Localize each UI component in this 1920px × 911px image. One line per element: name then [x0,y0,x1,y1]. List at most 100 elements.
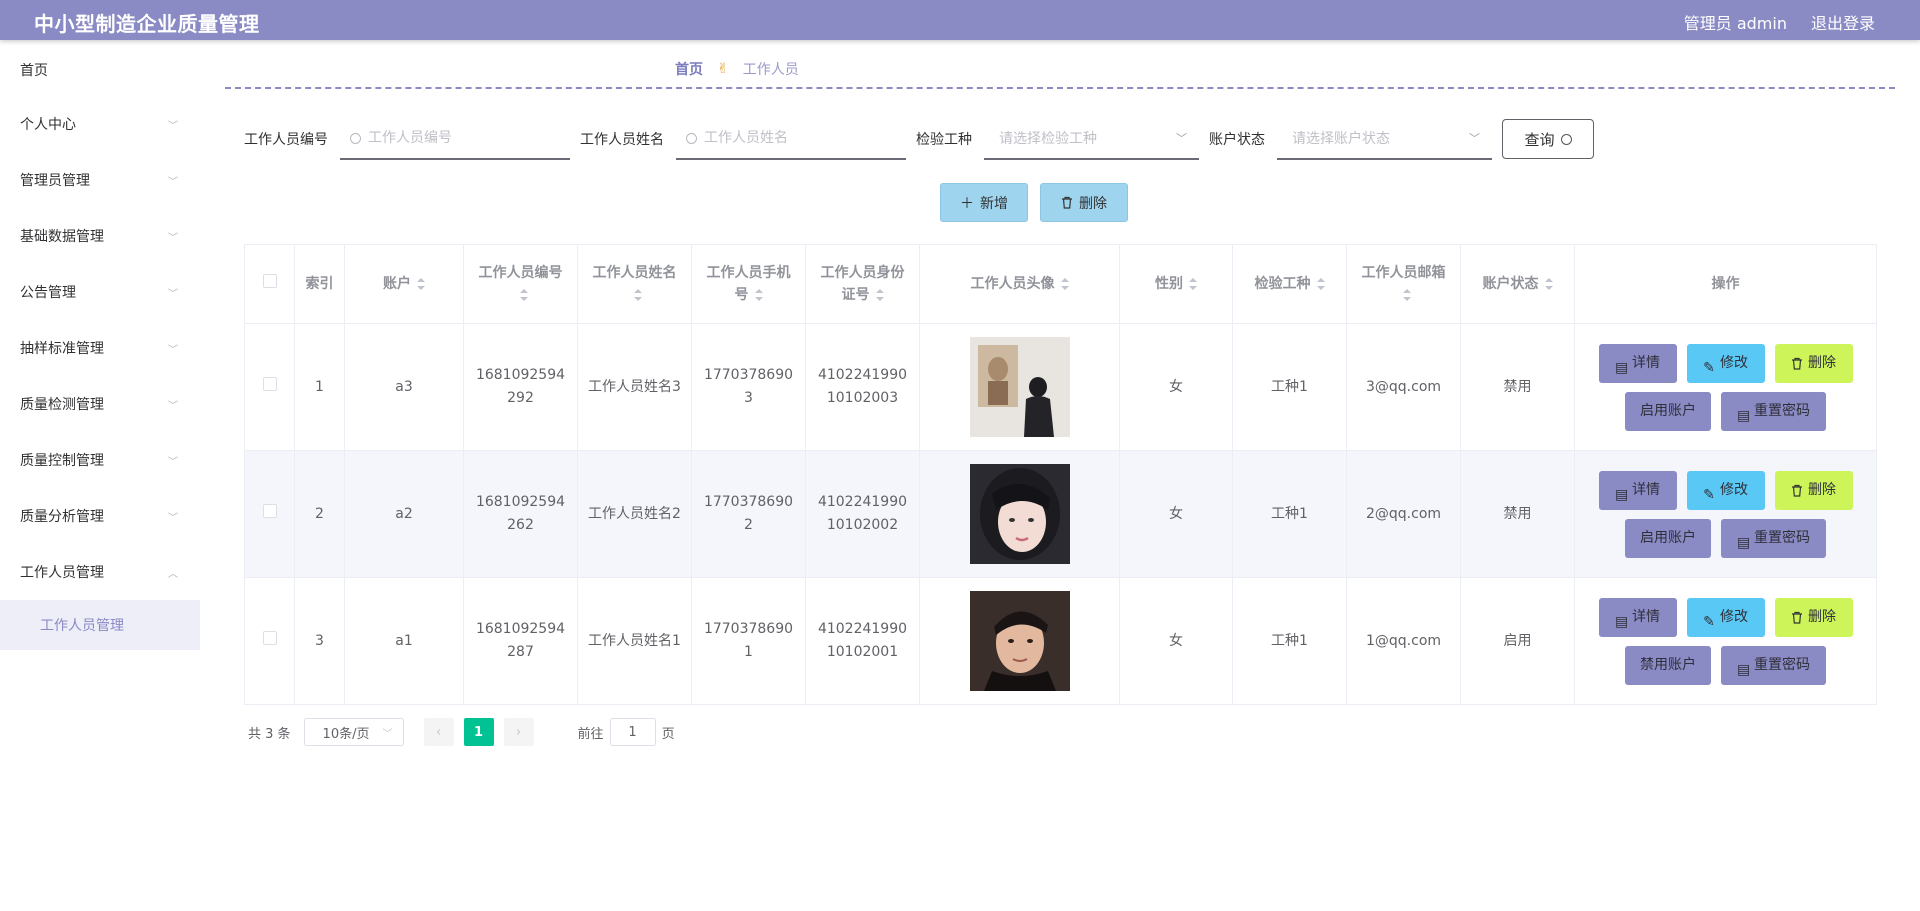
toggle-account-button[interactable]: 启用账户 [1625,391,1711,431]
sort-icon[interactable] [519,289,528,301]
select-all-cell [244,244,295,324]
sort-icon[interactable] [1544,278,1553,290]
chevron-left-icon: ‹ [435,724,442,740]
trash-icon [1792,611,1802,624]
row-checkbox[interactable] [262,376,277,391]
sidebar-item-sampling-standard[interactable]: 抽样标准管理 ﹀ [0,320,200,376]
sidebar-subitem-staff-management[interactable]: 工作人员管理 [0,600,200,650]
sidebar-item-quality-analysis[interactable]: 质量分析管理 ﹀ [0,488,200,544]
inspection-type-select[interactable]: 请选择检验工种 ﹀ [984,118,1199,160]
breadcrumb-current: 工作人员 [742,62,799,78]
query-button[interactable]: 查询 [1502,119,1594,159]
header-idcard[interactable]: 工作人员身份证号 [805,244,920,324]
edit-button[interactable]: ✎ 修改 [1686,343,1765,383]
page-size-select[interactable]: 10条/页 ﹀ [303,718,404,746]
add-button[interactable]: ＋ 新增 [940,183,1028,222]
toggle-account-button[interactable]: 启用账户 [1625,518,1711,558]
delete-button[interactable]: 删除 [1774,470,1853,510]
admin-user-label[interactable]: 管理员 admin [1684,10,1787,34]
detail-button[interactable]: ▤ 详情 [1598,597,1677,637]
chevron-down-icon: ﹀ [168,288,178,300]
staff-id-input[interactable] [368,130,548,146]
detail-button[interactable]: ▤ 详情 [1598,470,1677,510]
header-staff-name[interactable]: 工作人员姓名 [577,244,692,324]
cell-staff-id: 1681092594292 [463,323,578,451]
sidebar-item-quality-inspection[interactable]: 质量检测管理 ﹀ [0,376,200,432]
header-staff-id[interactable]: 工作人员编号 [463,244,578,324]
header-inspection-type[interactable]: 检验工种 [1232,244,1347,324]
sidebar-item-personal-center[interactable]: 个人中心 ﹀ [0,96,200,152]
account-status-select[interactable]: 请选择账户状态 ﹀ [1277,118,1492,160]
cell-gender: 女 [1119,450,1233,578]
header-index: 索引 [294,244,345,324]
breadcrumb-home[interactable]: 首页 [675,59,703,79]
delete-button[interactable]: 删除 [1774,343,1853,383]
sidebar-item-label: 管理员管理 [20,173,90,189]
delete-button[interactable]: 删除 [1774,597,1853,637]
header-status[interactable]: 账户状态 [1460,244,1575,324]
header-phone[interactable]: 工作人员手机号 [691,244,806,324]
document-icon: ▤ [1737,535,1751,551]
cell-avatar [919,577,1120,705]
sidebar-item-label: 公告管理 [20,285,76,301]
sort-icon[interactable] [1316,278,1325,290]
sort-icon[interactable] [417,278,425,290]
reset-password-button[interactable]: ▤ 重置密码 [1721,645,1826,685]
header-gender[interactable]: 性别 [1119,244,1233,324]
reset-password-button[interactable]: ▤ 重置密码 [1721,391,1826,431]
page-number-button[interactable]: 1 [463,718,494,746]
next-page-button[interactable]: › [503,718,534,746]
search-icon [350,132,361,144]
cell-account: a3 [344,323,464,451]
row-checkbox[interactable] [262,630,277,645]
edit-button[interactable]: ✎ 修改 [1686,597,1765,637]
sort-icon[interactable] [754,289,763,301]
row-operations: ▤ 详情 ✎ 修改 删除 启用账户 ▤ 重置密码 [1583,470,1868,558]
sidebar-item-basic-data[interactable]: 基础数据管理 ﹀ [0,208,200,264]
sort-icon[interactable] [633,289,642,301]
total-count: 共 3 条 [248,726,291,742]
reset-password-button[interactable]: ▤ 重置密码 [1721,518,1826,558]
staff-name-input[interactable] [704,130,884,146]
search-icon [686,132,697,144]
sidebar-item-admin-management[interactable]: 管理员管理 ﹀ [0,152,200,208]
sort-icon[interactable] [875,289,884,301]
document-icon: ▤ [1615,487,1629,503]
batch-delete-button[interactable]: 删除 [1040,183,1128,222]
toggle-account-button[interactable]: 禁用账户 [1625,645,1711,685]
cell-inspection-type: 工种1 [1232,323,1347,451]
detail-button[interactable]: ▤ 详情 [1598,343,1677,383]
cell-operations: ▤ 详情 ✎ 修改 删除 启用账户 ▤ 重置密码 [1574,450,1877,578]
cell-operations: ▤ 详情 ✎ 修改 删除 启用账户 ▤ 重置密码 [1574,323,1877,451]
sidebar-item-staff-management[interactable]: 工作人员管理 ︿ [0,544,200,600]
page-size-value: 10条/页 [322,726,370,742]
staff-id-field [340,118,570,160]
sidebar-item-quality-control[interactable]: 质量控制管理 ﹀ [0,432,200,488]
cell-idcard: 410224199010102003 [805,323,920,451]
row-checkbox[interactable] [262,503,277,518]
logout-link[interactable]: 退出登录 [1811,10,1875,34]
table-row: 2 a2 1681092594262 工作人员姓名2 17703786902 4… [244,450,1877,578]
cell-operations: ▤ 详情 ✎ 修改 删除 禁用账户 ▤ 重置密码 [1574,577,1877,705]
sidebar-item-home[interactable]: 首页 [0,40,200,96]
goto-page-input[interactable] [609,718,656,746]
sort-icon[interactable] [1402,289,1411,301]
chevron-down-icon: ﹀ [1469,132,1480,145]
sidebar-item-notice[interactable]: 公告管理 ﹀ [0,264,200,320]
prev-page-button[interactable]: ‹ [423,718,454,746]
header-account[interactable]: 账户 [344,244,464,324]
query-button-label: 查询 [1524,130,1555,149]
cell-status: 禁用 [1460,323,1575,451]
sort-icon[interactable] [1060,278,1069,290]
cell-index: 3 [294,577,345,705]
header-avatar[interactable]: 工作人员头像 [919,244,1120,324]
select-all-checkbox[interactable] [262,274,277,288]
sort-icon[interactable] [1189,278,1197,290]
action-buttons: ＋ 新增 删除 [940,183,1128,222]
edit-button[interactable]: ✎ 修改 [1686,470,1765,510]
header-email[interactable]: 工作人员邮箱 [1346,244,1461,324]
table-header-row: 索引 账户 工作人员编号 工作人员姓名 工作人员手机号 工作人员身份证号 工作人… [244,244,1877,324]
plus-icon: ＋ [960,195,974,212]
cell-avatar [919,450,1120,578]
document-icon: ▤ [1615,360,1629,376]
